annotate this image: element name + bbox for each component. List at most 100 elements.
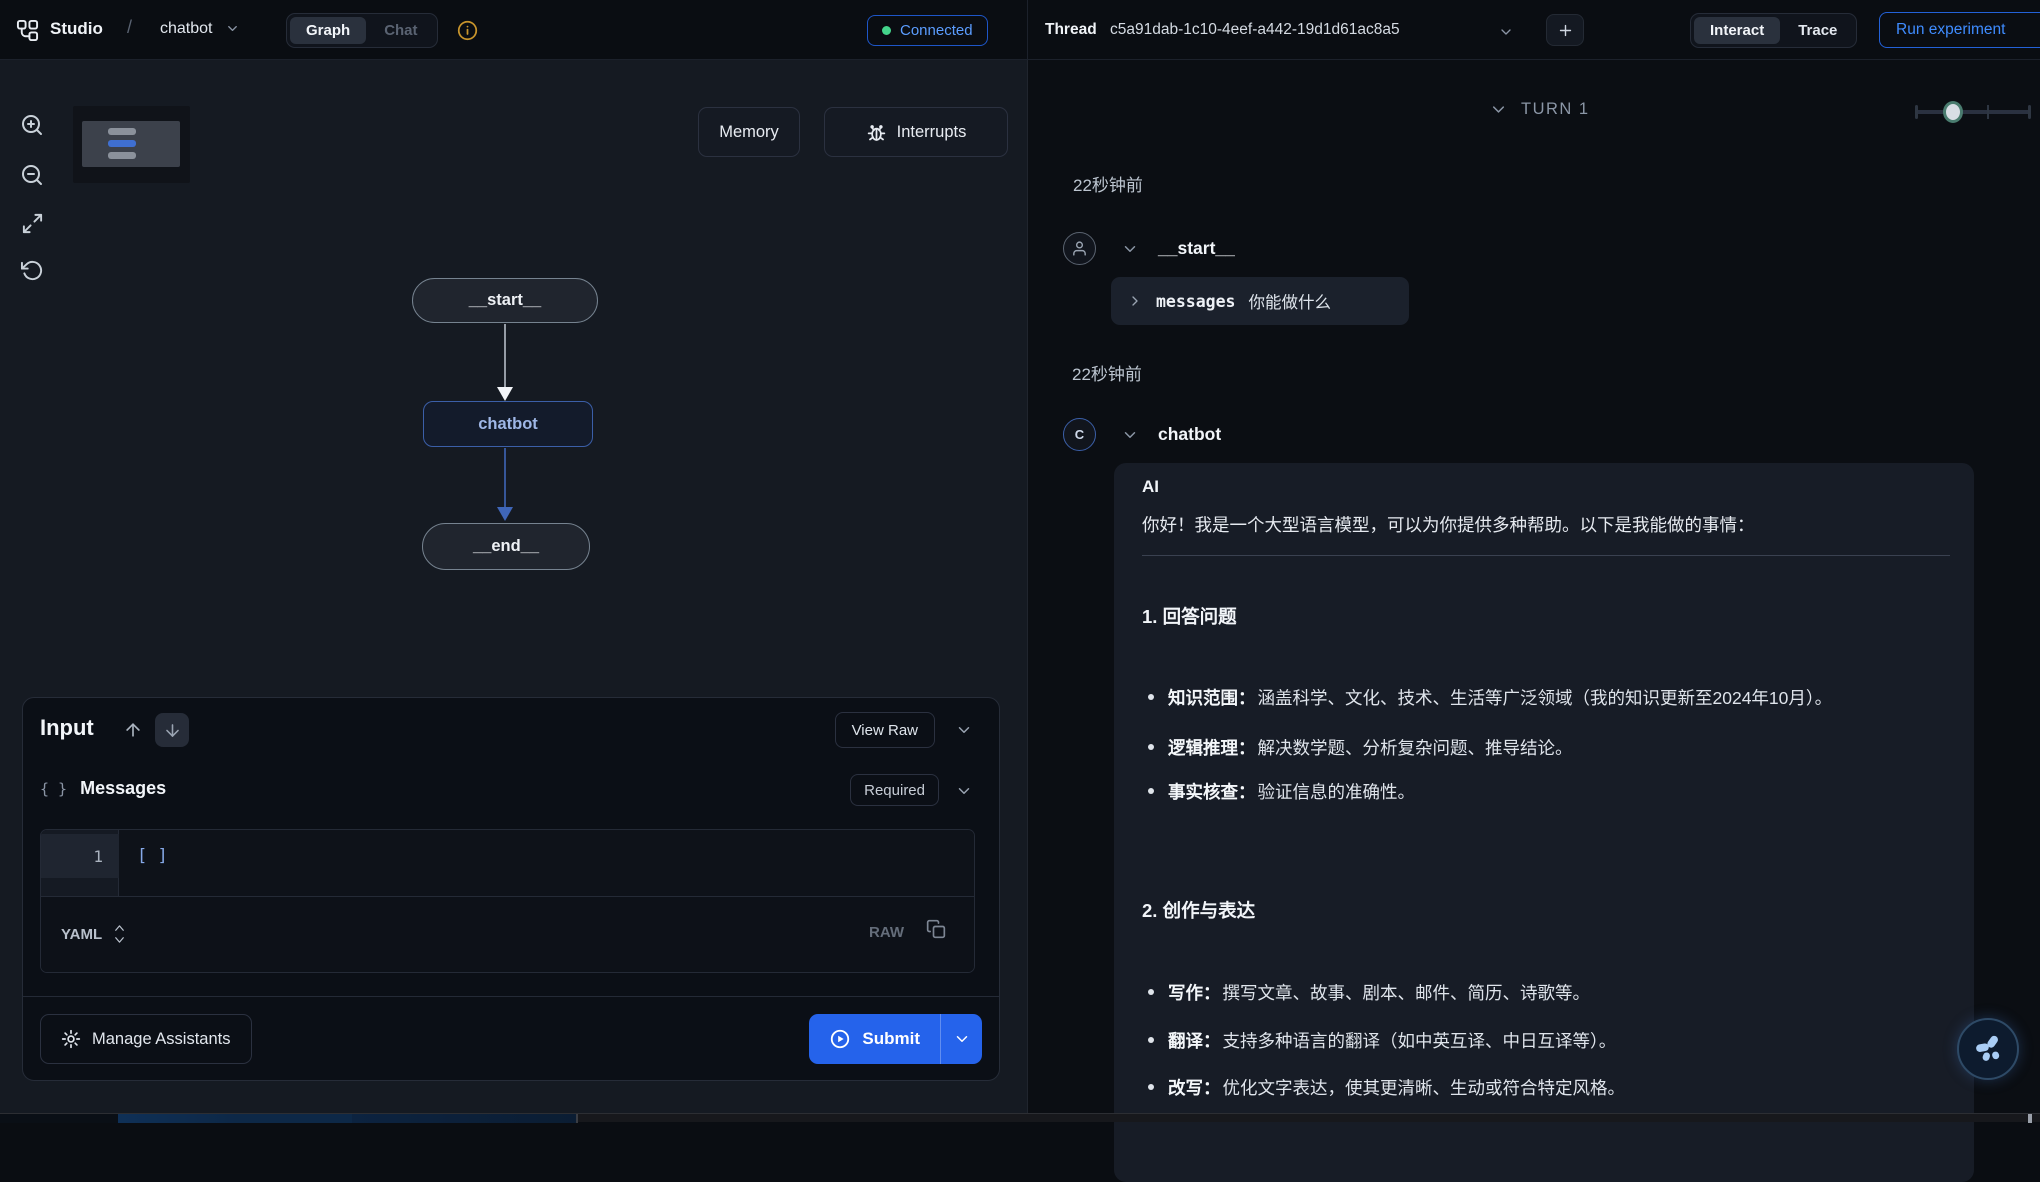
graph-node-start[interactable]: __start__ xyxy=(412,278,598,323)
messages-collapse-chevron-icon[interactable] xyxy=(955,782,973,800)
graph-canvas[interactable]: Memory Interrupts __start__ chatbot __en… xyxy=(0,60,1027,1122)
input-panel-footer: Manage Assistants Submit xyxy=(23,996,999,1080)
bullet-text: 验证信息的准确性。 xyxy=(1258,782,1416,802)
submit-button[interactable]: Submit xyxy=(809,1014,940,1064)
copy-icon[interactable] xyxy=(926,919,946,939)
breadcrumb-separator: / xyxy=(127,17,132,38)
yaml-editor: 1 [ ] YAML RAW xyxy=(40,829,975,973)
code-line[interactable]: [ ] xyxy=(137,834,168,878)
event-collapse-chevron-icon[interactable] xyxy=(1121,426,1139,444)
raw-label: RAW xyxy=(869,924,904,941)
messages-field-header: { } Messages xyxy=(40,778,166,799)
tab-interact[interactable]: Interact xyxy=(1694,17,1780,44)
ai-bullet-item: 事实核查：验证信息的准确性。 xyxy=(1148,779,1948,804)
ai-intro-text: 你好！我是一个大型语言模型，可以为你提供多种帮助。以下是我能做的事情： xyxy=(1142,512,1942,537)
collapse-down-button[interactable] xyxy=(155,713,189,747)
bullet-label: 改写： xyxy=(1168,1078,1221,1098)
sort-chevrons-icon xyxy=(112,923,127,945)
graph-node-end[interactable]: __end__ xyxy=(422,523,590,570)
submit-options-chevron-button[interactable] xyxy=(940,1014,982,1064)
event-node-name[interactable]: __start__ xyxy=(1158,238,1235,259)
minimap-node-chatbot xyxy=(108,140,136,147)
event-node-name[interactable]: chatbot xyxy=(1158,424,1221,445)
fit-view-button[interactable] xyxy=(18,209,46,237)
person-icon xyxy=(1071,240,1088,257)
manage-assistants-button[interactable]: Manage Assistants xyxy=(40,1014,252,1064)
top-bar: Studio / chatbot Graph Chat Connected Th… xyxy=(0,0,2040,60)
editor-footer: YAML RAW xyxy=(41,896,974,973)
input-panel: Input View Raw { } Messages Required 1 [… xyxy=(22,697,1000,1081)
topbar-divider xyxy=(1027,0,1028,60)
ai-message-card: AI 你好！我是一个大型语言模型，可以为你提供多种帮助。以下是我能做的事情： 1… xyxy=(1114,463,1974,1182)
message-state-pill[interactable]: messages 你能做什么 xyxy=(1111,277,1409,325)
submit-button-group: Submit xyxy=(809,1014,982,1064)
bullet-dot-icon xyxy=(1148,744,1154,750)
event-collapse-chevron-icon[interactable] xyxy=(1121,240,1139,258)
ai-section-heading: 2. 创作与表达 xyxy=(1142,897,1255,923)
bullet-text: 支持多种语言的翻译（如中英互译、中日互译等）。 xyxy=(1223,1031,1617,1051)
message-key: messages xyxy=(1156,292,1235,311)
bullet-dot-icon xyxy=(1148,989,1154,995)
graph-minimap[interactable] xyxy=(73,106,190,183)
studio-logo-icon xyxy=(16,19,39,42)
bullet-label: 写作： xyxy=(1168,983,1221,1003)
language-select[interactable]: YAML xyxy=(61,923,127,945)
bullet-text: 撰写文章、故事、剧本、邮件、简历、诗歌等。 xyxy=(1223,983,1591,1003)
tab-trace[interactable]: Trace xyxy=(1782,17,1853,44)
app-title: Studio xyxy=(50,19,103,39)
slider-end-cap xyxy=(2028,105,2031,119)
bullet-text: 涵盖科学、文化、技术、生活等广泛领域（我的知识更新至2024年10月）。 xyxy=(1258,688,1833,708)
mode-tab-group: Interact Trace xyxy=(1690,13,1857,48)
thread-id[interactable]: c5a91dab-1c10-4eef-a442-19d1d61ac8a5 xyxy=(1110,21,1400,39)
graph-node-chatbot[interactable]: chatbot xyxy=(423,401,593,447)
slider-handle[interactable] xyxy=(1943,101,1963,123)
connected-dot-icon xyxy=(882,26,891,35)
ai-bullet-item: 翻译：支持多种语言的翻译（如中英互译、中日互译等）。 xyxy=(1148,1028,1948,1053)
ai-bullet-item: 写作：撰写文章、故事、剧本、邮件、简历、诗歌等。 xyxy=(1148,980,1948,1005)
graph-selector-label: chatbot xyxy=(160,20,212,37)
run-experiment-button[interactable]: Run experiment xyxy=(1879,12,2040,48)
new-thread-button[interactable] xyxy=(1546,14,1584,46)
tab-graph[interactable]: Graph xyxy=(290,17,366,44)
ai-section-heading: 1. 回答问题 xyxy=(1142,603,1237,629)
minimap-node-start xyxy=(108,128,136,135)
interrupts-button-label: Interrupts xyxy=(897,123,967,142)
turn-label: TURN 1 xyxy=(1521,100,1590,119)
ai-bullet-item: 知识范围：涵盖科学、文化、技术、生活等广泛领域（我的知识更新至2024年10月）… xyxy=(1148,685,1948,710)
view-raw-button[interactable]: View Raw xyxy=(835,712,935,748)
info-icon[interactable] xyxy=(457,20,478,41)
messages-field-label: Messages xyxy=(80,778,166,799)
bullet-label: 翻译： xyxy=(1168,1031,1221,1051)
language-select-value: YAML xyxy=(61,926,102,943)
graph-selector[interactable]: chatbot xyxy=(160,20,240,38)
connection-status-badge[interactable]: Connected xyxy=(867,15,988,46)
reset-view-button[interactable] xyxy=(18,256,46,284)
ai-bullet-item: 逻辑推理：解决数学题、分析复杂问题、推导结论。 xyxy=(1148,735,1948,760)
view-raw-chevron-icon[interactable] xyxy=(955,721,973,739)
tab-chat[interactable]: Chat xyxy=(368,17,433,44)
memory-button[interactable]: Memory xyxy=(698,107,800,157)
turn-slider[interactable] xyxy=(1915,110,2031,114)
graph-node-chatbot-label: chatbot xyxy=(478,415,538,434)
thread-chevron-down-icon[interactable] xyxy=(1498,24,1514,40)
bullet-label: 逻辑推理： xyxy=(1168,738,1256,758)
collapse-up-button[interactable] xyxy=(123,720,143,740)
interrupts-button[interactable]: Interrupts xyxy=(824,107,1008,157)
event-timestamp: 22秒钟前 xyxy=(1073,171,1143,196)
divider xyxy=(1142,555,1950,556)
zoom-out-button[interactable] xyxy=(18,161,46,189)
line-number: 1 xyxy=(41,834,119,878)
code-area[interactable]: 1 [ ] xyxy=(41,830,974,896)
message-value: 你能做什么 xyxy=(1248,289,1331,313)
turn-chevron-down-icon[interactable] xyxy=(1489,100,1508,119)
langgraph-logo-icon xyxy=(1971,1032,2005,1066)
gear-icon xyxy=(61,1029,81,1049)
zoom-in-button[interactable] xyxy=(18,111,46,139)
bullet-text: 解决数学题、分析复杂问题、推导结论。 xyxy=(1258,738,1573,758)
bullet-dot-icon xyxy=(1148,1084,1154,1090)
chatbot-avatar: C xyxy=(1063,418,1096,451)
langgraph-logo-button[interactable] xyxy=(1957,1018,2019,1080)
required-badge: Required xyxy=(850,774,939,806)
thread-panel: TURN 1 22秒钟前 __start__ messages 你能做什么 22… xyxy=(1027,60,2040,1122)
event-timestamp: 22秒钟前 xyxy=(1072,360,1142,385)
